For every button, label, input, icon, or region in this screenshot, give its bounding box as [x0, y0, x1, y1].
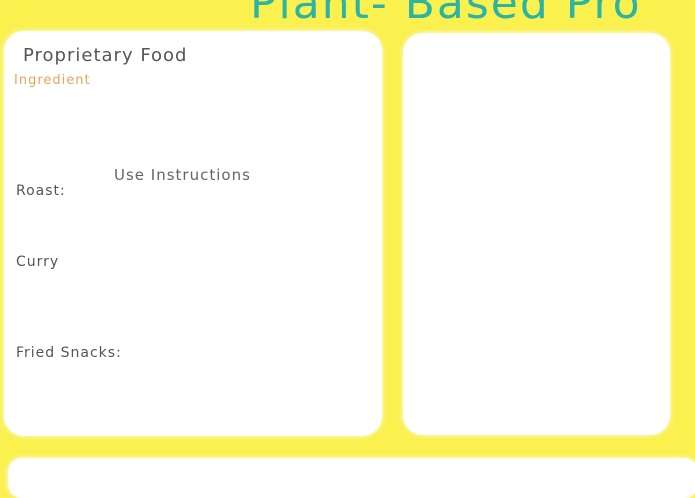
use-instructions-title: Use Instructions	[114, 166, 251, 184]
bottom-panel	[8, 458, 695, 498]
banner-title: Plant- Based Pro	[250, 0, 642, 29]
nutrition-panel	[403, 33, 670, 435]
method-label-curry: Curry	[16, 254, 60, 270]
method-label-roast: Roast:	[16, 183, 66, 199]
method-label-fried-snacks: Fried Snacks:	[16, 345, 122, 361]
product-info-panel: Proprietary Food Ingredient Use Instruct…	[4, 31, 382, 436]
ingredient-label: Ingredient	[14, 73, 91, 88]
food-title: Proprietary Food	[23, 45, 188, 66]
